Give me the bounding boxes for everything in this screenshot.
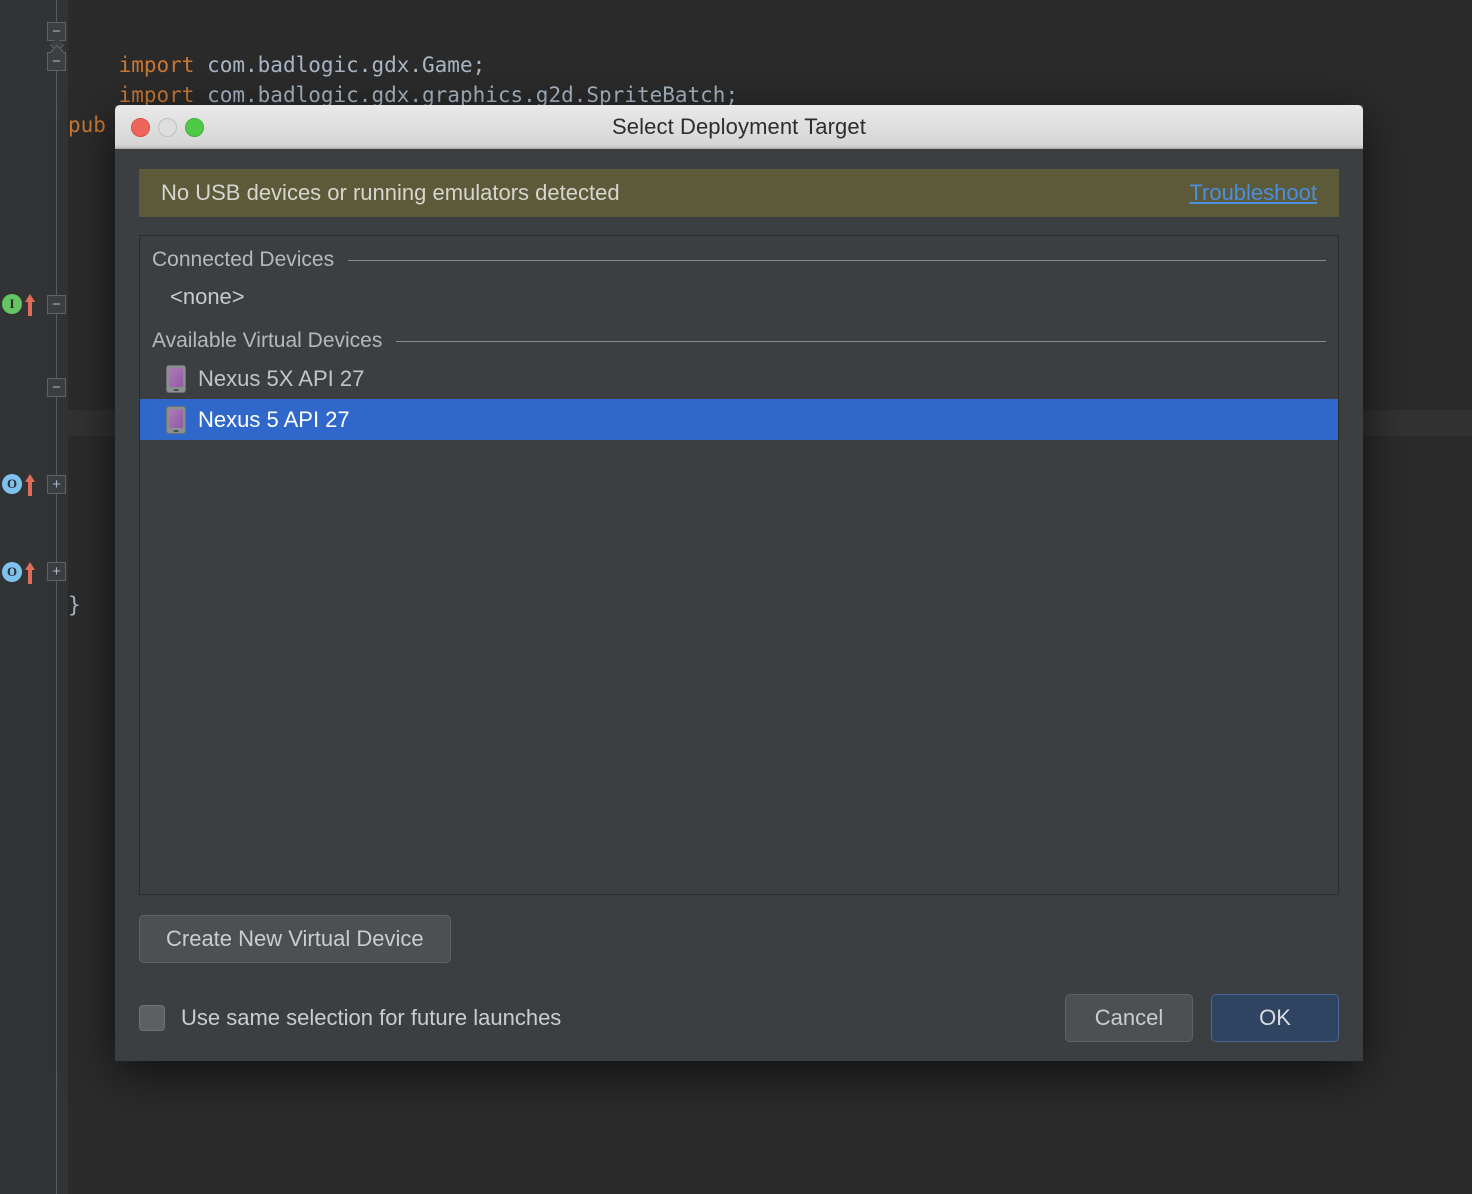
- dialog-titlebar[interactable]: Select Deployment Target: [115, 105, 1363, 149]
- implementing-method-icon: I: [2, 294, 22, 314]
- connected-devices-empty-row: <none>: [170, 284, 245, 309]
- section-header-available-virtual-devices: Available Virtual Devices: [140, 324, 1338, 358]
- close-button[interactable]: [131, 118, 150, 137]
- window-controls: [131, 118, 204, 137]
- gutter-mark-implementing-method[interactable]: I: [2, 290, 42, 318]
- ok-button[interactable]: OK: [1211, 994, 1339, 1042]
- fold-marker-collapse-icon[interactable]: −: [47, 378, 66, 397]
- fold-marker-collapse-icon[interactable]: −: [47, 52, 66, 71]
- create-new-virtual-device-button[interactable]: Create New Virtual Device: [139, 915, 451, 963]
- gutter-mark-overriding-method[interactable]: O: [2, 558, 42, 586]
- warning-message: No USB devices or running emulators dete…: [161, 180, 620, 205]
- use-same-selection-checkbox[interactable]: [139, 1005, 165, 1031]
- warning-banner: No USB devices or running emulators dete…: [139, 169, 1339, 217]
- troubleshoot-link[interactable]: Troubleshoot: [1189, 180, 1317, 206]
- virtual-device-icon: [166, 364, 186, 393]
- arrow-up-icon: [23, 292, 37, 323]
- device-list-panel[interactable]: Connected Devices <none> Available Virtu…: [139, 235, 1339, 895]
- section-divider: [348, 259, 1326, 261]
- section-header-connected-devices: Connected Devices: [140, 243, 1338, 277]
- list-item-virtual-device-selected[interactable]: Nexus 5 API 27: [140, 399, 1338, 440]
- list-item-virtual-device[interactable]: Nexus 5X API 27: [140, 358, 1338, 399]
- code-fold-guide-line: [56, 0, 57, 1194]
- code-line-closing-brace: }: [68, 593, 81, 617]
- arrow-up-icon: [23, 472, 37, 503]
- arrow-up-icon: [23, 560, 37, 591]
- dialog-footer: Use same selection for future launches C…: [139, 989, 1339, 1047]
- dialog-body: No USB devices or running emulators dete…: [115, 169, 1363, 1047]
- code-keyword: import: [118, 83, 195, 107]
- use-same-selection-label: Use same selection for future launches: [181, 1005, 562, 1030]
- fold-marker-expand-icon[interactable]: +: [47, 475, 66, 494]
- use-same-selection-checkbox-wrapper[interactable]: Use same selection for future launches: [139, 1005, 561, 1031]
- device-name: Nexus 5 API 27: [198, 406, 350, 432]
- section-divider: [396, 340, 1326, 342]
- code-line-public-partial: pub: [68, 113, 106, 137]
- code-identifier: com.badlogic.gdx.graphics.g2d.SpriteBatc…: [194, 83, 739, 107]
- gutter-mark-overriding-method[interactable]: O: [2, 470, 42, 498]
- device-name: Nexus 5X API 27: [198, 365, 365, 391]
- fold-marker-expand-icon[interactable]: +: [47, 562, 66, 581]
- cancel-button[interactable]: Cancel: [1065, 994, 1193, 1042]
- virtual-device-icon: [166, 405, 186, 434]
- dialog-title: Select Deployment Target: [612, 113, 866, 139]
- fold-marker-collapse-icon[interactable]: −: [47, 295, 66, 314]
- editor-gutter[interactable]: [0, 0, 46, 1194]
- section-label: Connected Devices: [152, 248, 335, 271]
- fold-marker-collapse-icon[interactable]: −: [47, 22, 66, 41]
- overriding-method-icon: O: [2, 562, 22, 582]
- minimize-button[interactable]: [158, 118, 177, 137]
- zoom-button[interactable]: [185, 118, 204, 137]
- section-label: Available Virtual Devices: [152, 329, 383, 352]
- select-deployment-target-dialog: Select Deployment Target No USB devices …: [115, 105, 1363, 1061]
- editor-fold-gutter[interactable]: [46, 0, 68, 1194]
- overriding-method-icon: O: [2, 474, 22, 494]
